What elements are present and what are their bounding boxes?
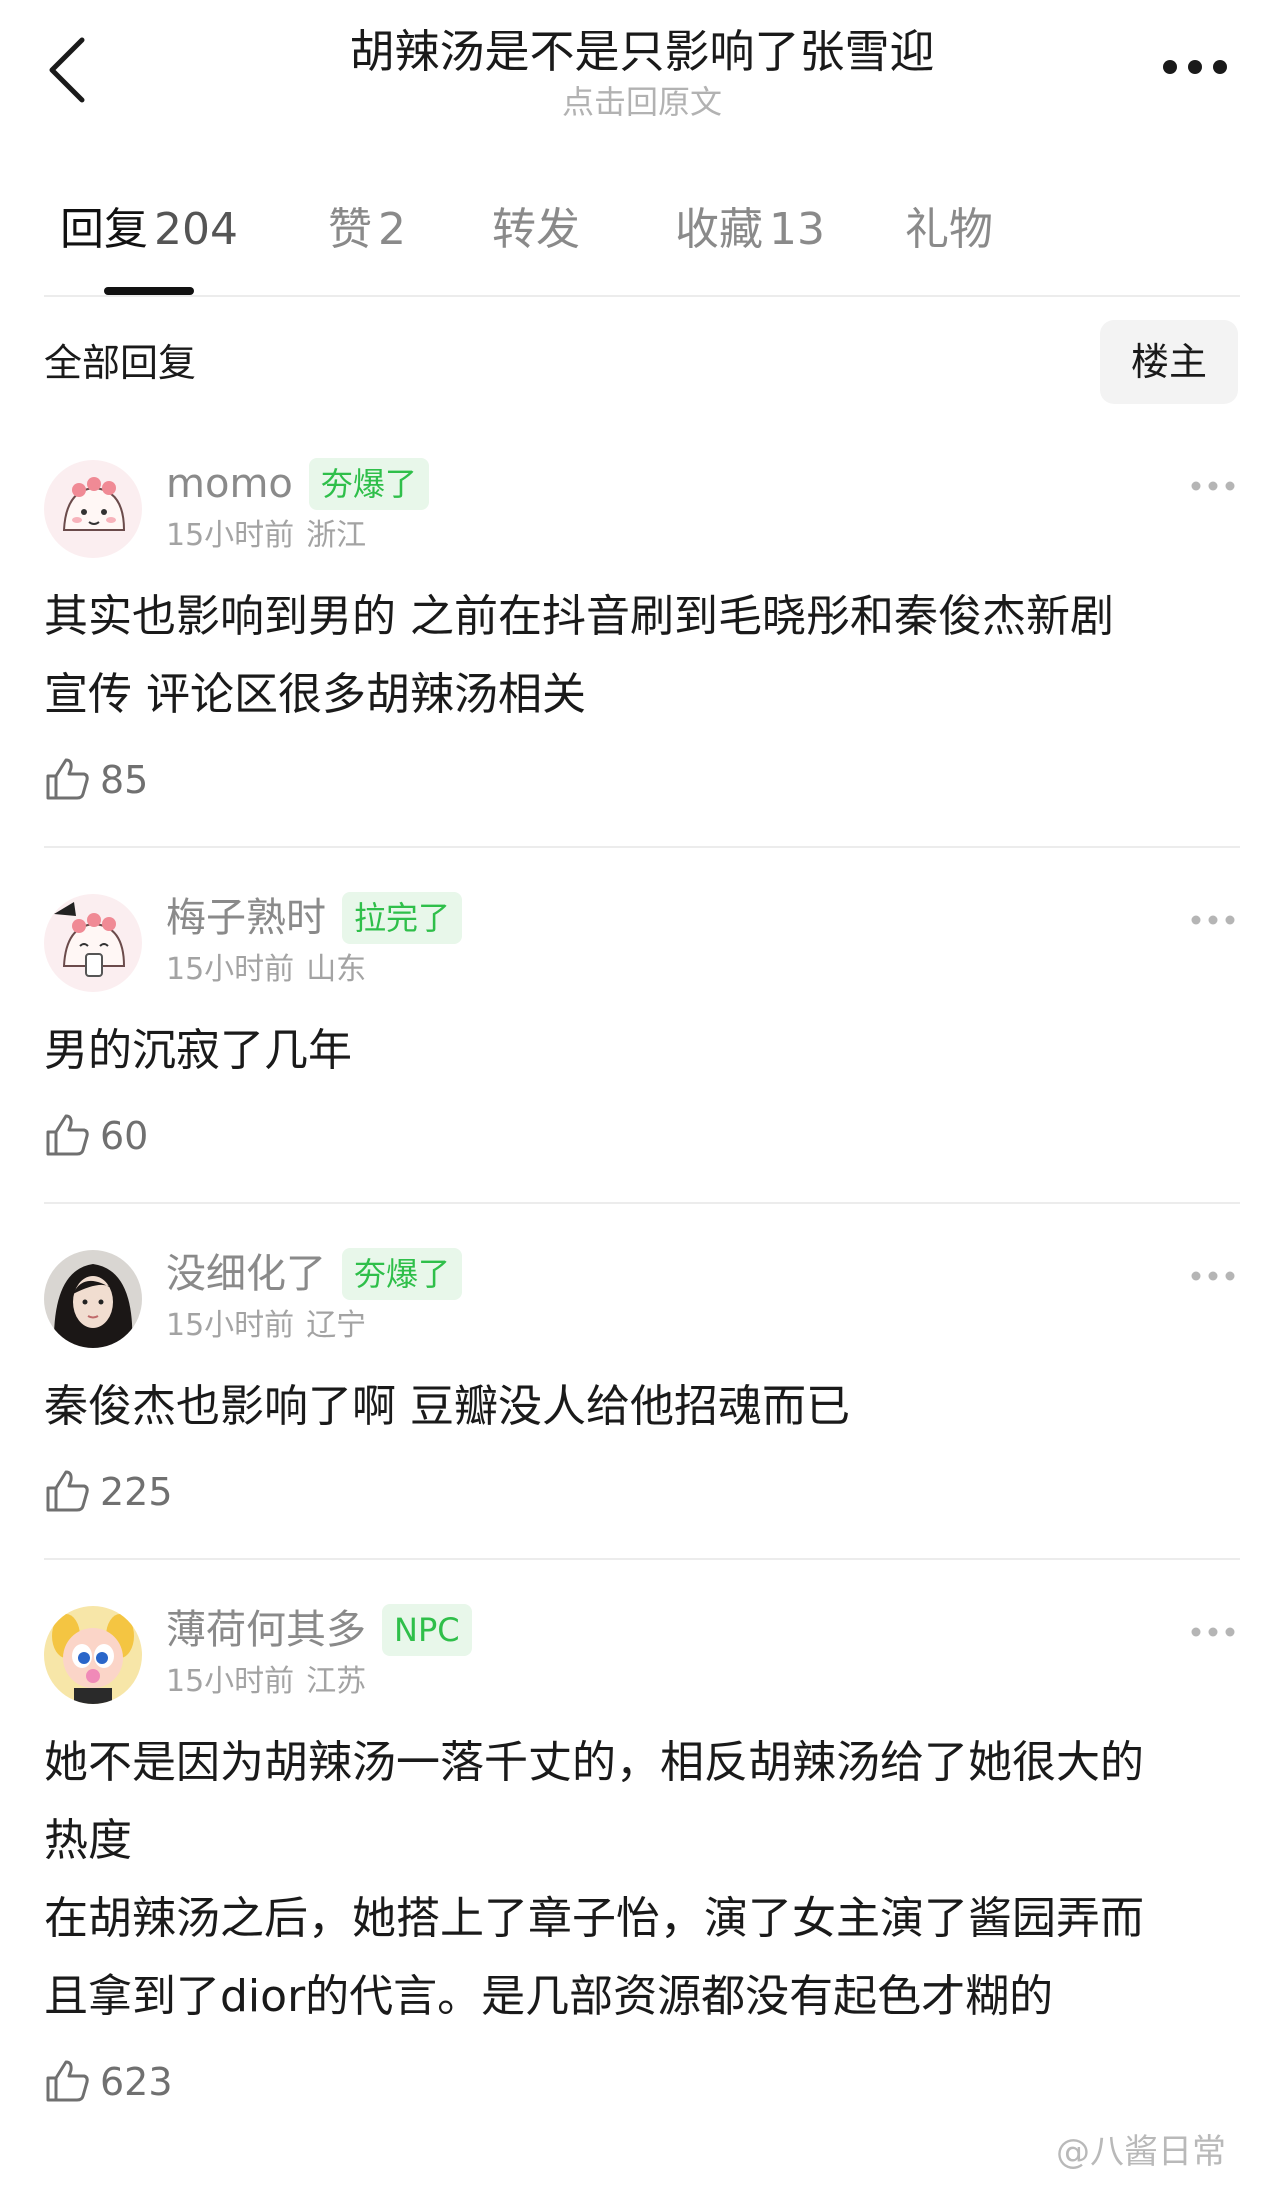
comment-divider (44, 1558, 1240, 1560)
username[interactable]: 薄荷何其多 NPC (166, 1604, 472, 1656)
post-title-area[interactable]: 胡辣汤是不是只影响了张雪迎 点击回原文 (200, 22, 1084, 122)
view-original-link[interactable]: 点击回原文 (200, 82, 1084, 122)
chevron-left-icon (49, 37, 85, 103)
top-nav-bar: 胡辣汤是不是只影响了张雪迎 点击回原文 (0, 0, 1284, 150)
user-badge: NPC (382, 1604, 472, 1656)
more-options-button[interactable] (1160, 52, 1230, 82)
avatar[interactable] (44, 894, 142, 992)
tab-bar: 回复 204 赞2 转发 收藏 13 礼物 (0, 190, 1284, 300)
comment-text: 男的沉寂了几年 (44, 1025, 352, 1076)
more-dots-icon (1191, 1271, 1235, 1281)
comment-text: 她不是因为胡辣汤一落千丈的，相反胡辣汤给了她很大的 热度 在胡辣汤之后，她搭上了… (44, 1737, 1144, 2022)
tab-replies[interactable]: 回复 204 (60, 200, 238, 260)
back-button[interactable] (44, 30, 94, 110)
username[interactable]: 没细化了 夯爆了 (166, 1248, 463, 1300)
post-title: 胡辣汤是不是只影响了张雪迎 (349, 25, 935, 78)
more-dots-icon (1191, 1627, 1235, 1637)
watermark: @八酱日常 (1056, 2132, 1226, 2172)
username[interactable]: 梅子熟时 拉完了 (166, 892, 463, 944)
comment-meta: 15小时前 江苏 (166, 1664, 367, 1699)
more-dots-icon (1163, 60, 1227, 74)
thumbs-up-icon (46, 1114, 89, 1156)
more-dots-icon (1191, 915, 1235, 925)
tab-gifts[interactable]: 礼物 (905, 200, 993, 260)
comment-meta: 15小时前 山东 (166, 952, 367, 987)
user-badge: 拉完了 (342, 892, 463, 944)
comment-more-button[interactable] (1190, 1624, 1236, 1638)
avatar[interactable] (44, 1250, 142, 1348)
comment-text: 其实也影响到男的 之前在抖音刷到毛晓彤和秦俊杰新剧 宣传 评论区很多胡辣汤相关 (44, 591, 1114, 720)
comment-text: 秦俊杰也影响了啊 豆瓣没人给他招魂而已 (44, 1381, 850, 1432)
thumbs-up-icon (46, 2060, 89, 2102)
comment-divider (44, 846, 1240, 848)
avatar[interactable] (44, 460, 142, 558)
comment-more-button[interactable] (1190, 1268, 1236, 1282)
comment-meta: 15小时前 浙江 (166, 518, 367, 553)
thumbs-up-icon (46, 758, 89, 800)
comment-more-button[interactable] (1190, 912, 1236, 926)
tab-likes[interactable]: 赞2 (328, 200, 406, 260)
thumbs-up-icon (46, 1470, 89, 1512)
tabs-divider (44, 295, 1240, 297)
avatar[interactable] (44, 1606, 142, 1704)
tab-reposts[interactable]: 转发 (492, 200, 580, 260)
user-badge: 夯爆了 (342, 1248, 463, 1300)
comment-divider (44, 1202, 1240, 1204)
tab-favorites[interactable]: 收藏 13 (675, 200, 825, 260)
comment-meta: 15小时前 辽宁 (166, 1308, 367, 1343)
all-replies-label: 全部回复 (44, 341, 197, 385)
username[interactable]: momo 夯爆了 (166, 458, 429, 510)
comment-more-button[interactable] (1190, 478, 1236, 492)
active-tab-indicator (104, 287, 194, 295)
more-dots-icon (1191, 481, 1235, 491)
owner-only-button[interactable]: 楼主 (1100, 320, 1238, 404)
user-badge: 夯爆了 (308, 458, 429, 510)
